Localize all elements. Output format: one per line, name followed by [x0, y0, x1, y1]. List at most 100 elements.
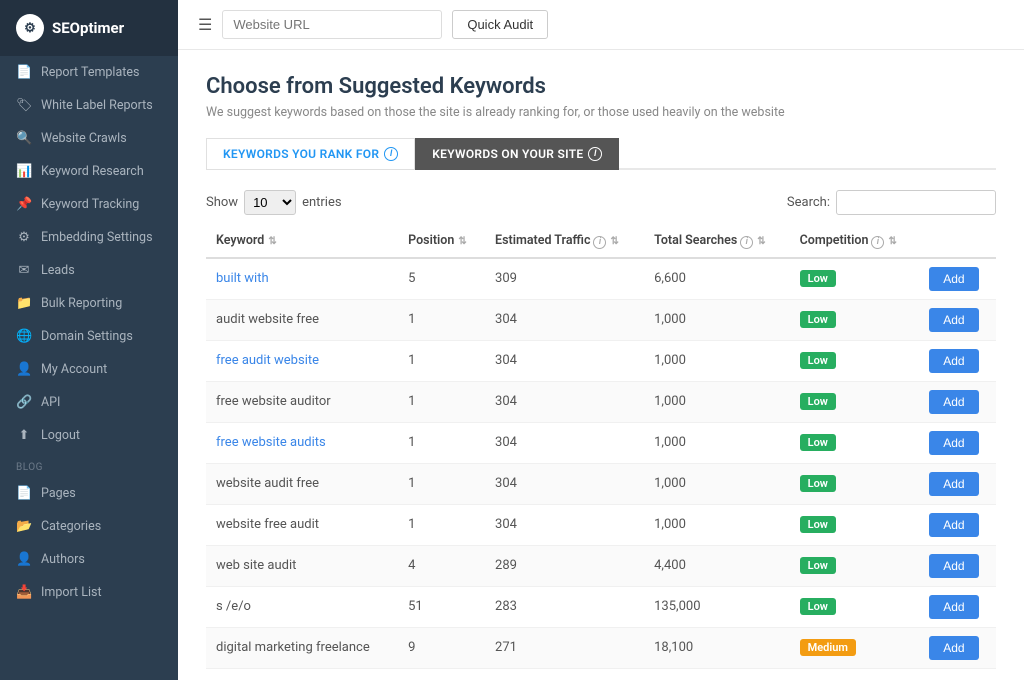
traffic-cell-4: 304	[485, 422, 644, 463]
col-label-total-searches: Total Searches	[654, 233, 737, 248]
quick-audit-button[interactable]: Quick Audit	[452, 10, 548, 39]
page-title: Choose from Suggested Keywords	[206, 74, 996, 99]
search-input[interactable]	[836, 190, 996, 215]
table-row: free website auditor13041,000LowAdd	[206, 381, 996, 422]
sidebar-icon-bulk-reporting: 📁	[16, 296, 32, 311]
sidebar-label-white-label-reports: White Label Reports	[41, 98, 153, 113]
entries-label: entries	[302, 195, 342, 210]
keyword-link-0[interactable]: built with	[216, 271, 269, 286]
col-header-competition[interactable]: Competitioni⇅	[790, 225, 920, 258]
table-row: website free audit13041,000LowAdd	[206, 504, 996, 545]
add-keyword-button-6[interactable]: Add	[929, 513, 978, 537]
sidebar-item-categories[interactable]: 📂Categories	[0, 510, 178, 543]
table-row: digital marketing freelance927118,100Med…	[206, 627, 996, 668]
col-header-action[interactable]	[919, 225, 996, 258]
position-cell-1: 1	[398, 299, 485, 340]
sidebar-item-pages[interactable]: 📄Pages	[0, 477, 178, 510]
menu-icon[interactable]: ☰	[198, 15, 212, 34]
website-url-input[interactable]	[222, 10, 442, 39]
position-cell-5: 1	[398, 463, 485, 504]
searches-cell-1: 1,000	[644, 299, 790, 340]
tab-label-keywords-on-your-site: KEYWORDS ON YOUR SITE	[432, 147, 583, 161]
sidebar-label-import-list: Import List	[41, 585, 102, 600]
table-row: built with53096,600LowAdd	[206, 258, 996, 300]
competition-badge-6: Low	[800, 516, 836, 533]
keyword-link-2[interactable]: free audit website	[216, 353, 319, 368]
sidebar-item-my-account[interactable]: 👤My Account	[0, 353, 178, 386]
keyword-tabs: KEYWORDS YOU RANK FORiKEYWORDS ON YOUR S…	[206, 138, 996, 170]
sort-icon-competition: ⇅	[888, 236, 896, 247]
brand-name: SEOptimer	[52, 19, 124, 37]
sidebar-item-leads[interactable]: ✉Leads	[0, 254, 178, 287]
sidebar-item-bulk-reporting[interactable]: 📁Bulk Reporting	[0, 287, 178, 320]
sidebar-item-logout[interactable]: ⬆Logout	[0, 419, 178, 452]
sidebar-label-categories: Categories	[41, 519, 101, 534]
competition-badge-8: Low	[800, 598, 836, 615]
sidebar-item-api[interactable]: 🔗API	[0, 386, 178, 419]
sidebar-item-keyword-research[interactable]: 📊 Keyword Research	[0, 155, 178, 188]
tab-keywords-you-rank-for[interactable]: KEYWORDS YOU RANK FORi	[206, 138, 415, 170]
col-header-position[interactable]: Position⇅	[398, 225, 485, 258]
position-cell-8: 51	[398, 586, 485, 627]
sidebar-label-keyword-research: Keyword Research	[41, 164, 144, 179]
table-row: web site audit42894,400LowAdd	[206, 545, 996, 586]
col-header-keyword[interactable]: Keyword⇅	[206, 225, 398, 258]
col-header-estimated-traffic[interactable]: Estimated Traffici ⇅	[485, 225, 644, 258]
searches-cell-3: 1,000	[644, 381, 790, 422]
entries-select[interactable]: 102550100	[244, 190, 296, 215]
sidebar-icon-report-templates: 📄	[16, 65, 32, 80]
sidebar-icon-website-crawls: 🔍	[16, 131, 32, 146]
sort-icon-estimated-traffic: ⇅	[610, 236, 618, 247]
add-keyword-button-3[interactable]: Add	[929, 390, 978, 414]
searches-cell-4: 1,000	[644, 422, 790, 463]
col-header-total-searches[interactable]: Total Searchesi⇅	[644, 225, 790, 258]
competition-badge-9: Medium	[800, 639, 856, 656]
add-keyword-button-2[interactable]: Add	[929, 349, 978, 373]
searches-cell-8: 135,000	[644, 586, 790, 627]
searches-cell-9: 18,100	[644, 627, 790, 668]
keyword-cell-7: web site audit	[206, 545, 398, 586]
topbar: ☰ Quick Audit	[178, 0, 1024, 50]
sidebar-item-embedding-settings[interactable]: ⚙Embedding Settings	[0, 221, 178, 254]
sidebar-item-report-templates[interactable]: 📄Report Templates	[0, 56, 178, 89]
keyword-link-4[interactable]: free website audits	[216, 435, 326, 450]
content-area: Choose from Suggested Keywords We sugges…	[178, 50, 1024, 680]
add-keyword-button-5[interactable]: Add	[929, 472, 978, 496]
competition-badge-2: Low	[800, 352, 836, 369]
col-label-keyword: Keyword	[216, 233, 264, 248]
col-label-estimated-traffic: Estimated Traffic	[495, 233, 590, 248]
tab-keywords-on-your-site[interactable]: KEYWORDS ON YOUR SITEi	[415, 138, 619, 170]
brand-logo[interactable]: ⚙ SEOptimer	[0, 0, 178, 56]
keyword-cell-5: website audit free	[206, 463, 398, 504]
col-info-total-searches: i	[740, 236, 753, 249]
tab-info-icon-keywords-you-rank-for: i	[384, 147, 398, 161]
competition-badge-1: Low	[800, 311, 836, 328]
add-keyword-button-4[interactable]: Add	[929, 431, 978, 455]
sidebar-icon-keyword-tracking: 📌	[16, 197, 32, 212]
col-label-competition: Competition	[800, 233, 869, 248]
page-subtitle: We suggest keywords based on those the s…	[206, 105, 996, 120]
table-row: audit website free13041,000LowAdd	[206, 299, 996, 340]
sidebar-item-authors[interactable]: 👤Authors	[0, 543, 178, 576]
sidebar-item-white-label-reports[interactable]: 🏷White Label Reports	[0, 89, 178, 122]
sidebar-icon-keyword-research: 📊	[16, 164, 32, 179]
searches-cell-2: 1,000	[644, 340, 790, 381]
keyword-cell-9: digital marketing freelance	[206, 627, 398, 668]
sidebar-icon-api: 🔗	[16, 395, 32, 410]
col-info-estimated-traffic: i	[593, 236, 606, 249]
table-row: s /e/o51283135,000LowAdd	[206, 586, 996, 627]
sidebar-item-import-list[interactable]: 📥Import List	[0, 576, 178, 609]
sidebar-nav: 📄Report Templates🏷White Label Reports🔍We…	[0, 56, 178, 680]
add-keyword-button-8[interactable]: Add	[929, 595, 978, 619]
traffic-cell-5: 304	[485, 463, 644, 504]
traffic-cell-7: 289	[485, 545, 644, 586]
add-keyword-button-1[interactable]: Add	[929, 308, 978, 332]
sidebar-item-domain-settings[interactable]: 🌐Domain Settings	[0, 320, 178, 353]
position-cell-2: 1	[398, 340, 485, 381]
add-keyword-button-7[interactable]: Add	[929, 554, 978, 578]
sidebar-icon-authors: 👤	[16, 552, 32, 567]
sidebar-item-website-crawls[interactable]: 🔍Website Crawls	[0, 122, 178, 155]
add-keyword-button-9[interactable]: Add	[929, 636, 978, 660]
sidebar-item-keyword-tracking[interactable]: 📌Keyword Tracking	[0, 188, 178, 221]
add-keyword-button-0[interactable]: Add	[929, 267, 978, 291]
